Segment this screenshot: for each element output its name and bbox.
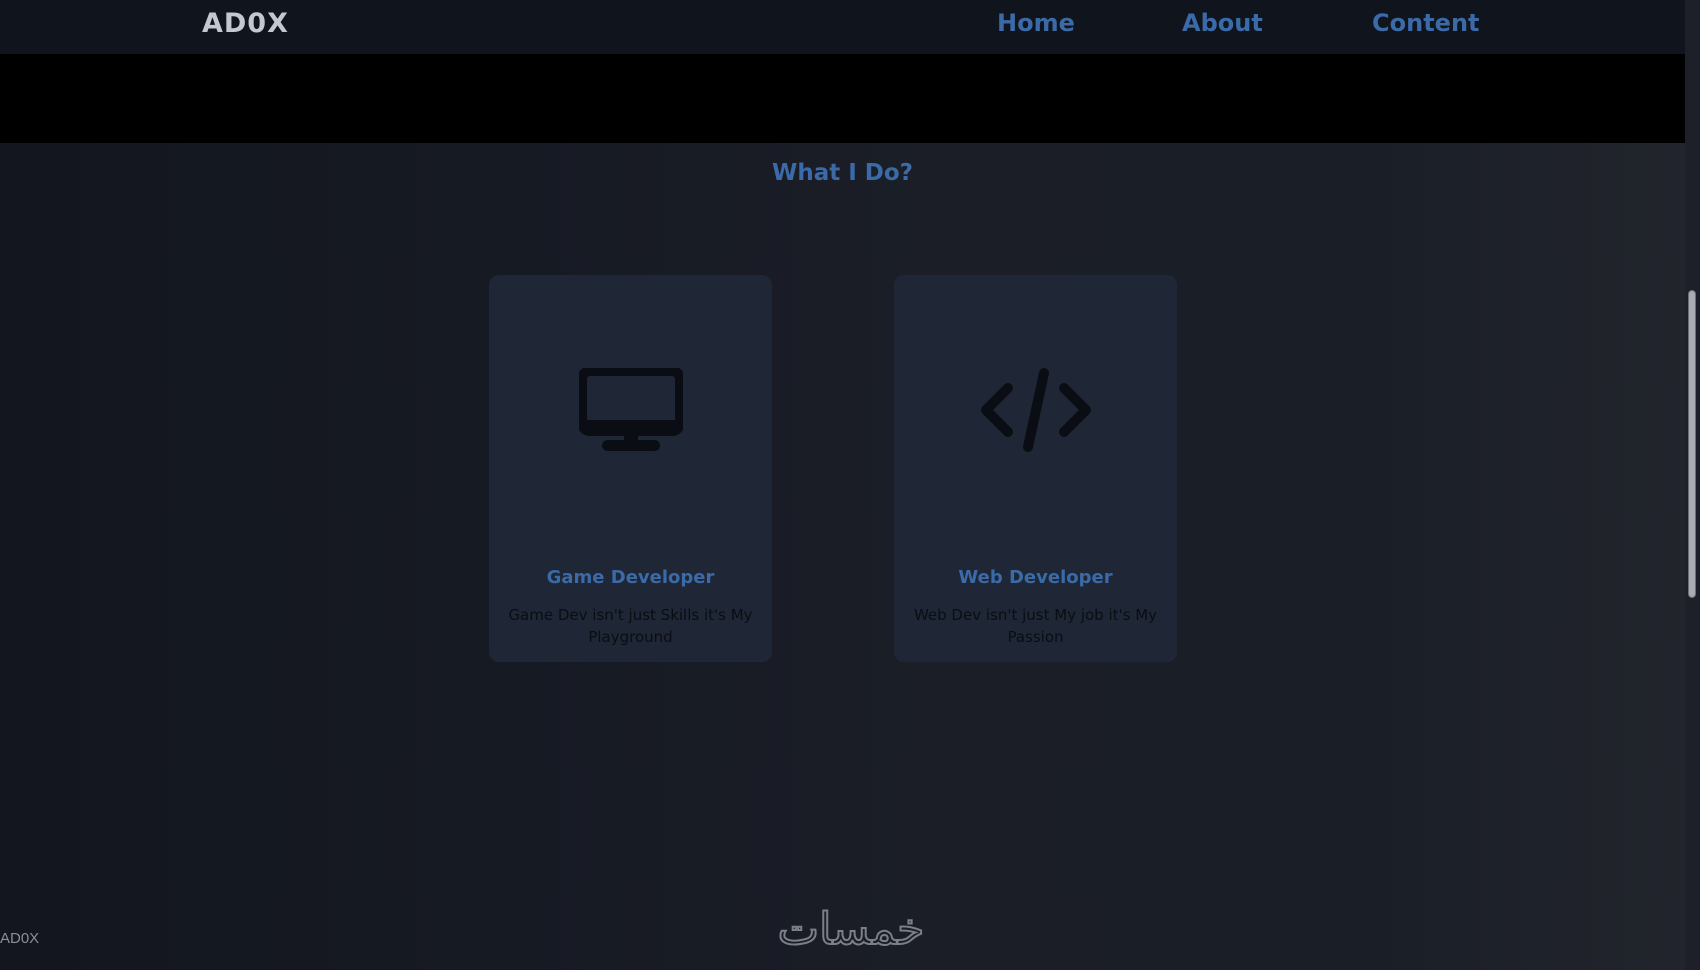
card-title: Web Developer — [958, 567, 1113, 588]
desktop-monitor-icon — [489, 365, 772, 455]
footer-text: AD0X — [0, 930, 40, 947]
nav-link-content[interactable]: Content — [1372, 9, 1480, 37]
card-description: Web Dev isn't just My job it's My Passio… — [913, 606, 1158, 646]
card-title: Game Developer — [546, 567, 715, 588]
card-description: Game Dev isn't just Skills it's My Playg… — [508, 606, 753, 646]
section-title: What I Do? — [771, 160, 914, 186]
navbar: AD0X Home About Content — [0, 0, 1685, 54]
page: AD0X Home About Content What I Do? Game … — [0, 0, 1685, 970]
card-game-developer[interactable]: Game Developer Game Dev isn't just Skill… — [489, 275, 772, 662]
hero-banner — [0, 54, 1685, 143]
scrollbar-thumb[interactable] — [1688, 290, 1696, 598]
nav-link-about[interactable]: About — [1182, 9, 1263, 37]
card-web-developer[interactable]: Web Developer Web Dev isn't just My job … — [894, 275, 1177, 662]
watermark-text: خمسات — [778, 904, 925, 954]
code-brackets-icon — [894, 365, 1177, 455]
nav-link-home[interactable]: Home — [997, 9, 1075, 37]
site-logo[interactable]: AD0X — [202, 8, 289, 39]
watermark-logo: خمسات — [777, 903, 926, 954]
